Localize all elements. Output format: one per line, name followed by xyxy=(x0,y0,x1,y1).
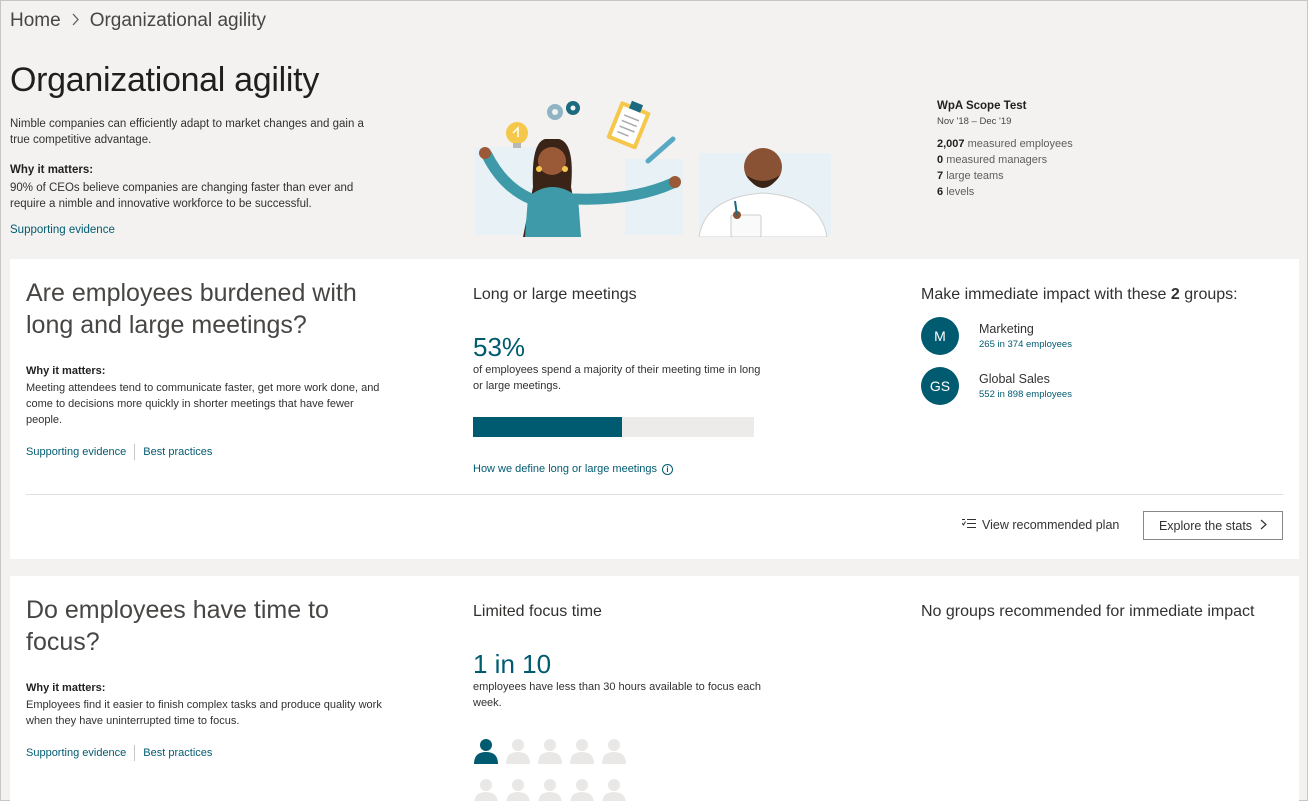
person-icon xyxy=(506,779,530,801)
scope-stat: 7 large teams xyxy=(937,170,1004,182)
scope-stat: 0 measured managers xyxy=(937,154,1048,166)
hero-supporting-evidence-link[interactable]: Supporting evidence xyxy=(10,224,115,236)
person-icon xyxy=(538,739,562,764)
card-links: Supporting evidence Best practices xyxy=(26,745,212,761)
chevron-right-icon xyxy=(71,13,80,29)
best-practices-link[interactable]: Best practices xyxy=(143,446,212,458)
progress-fill xyxy=(473,417,622,437)
scope-stat: 6 levels xyxy=(937,186,975,198)
group-name: Marketing xyxy=(979,322,1034,336)
person-icon xyxy=(474,739,498,764)
breadcrumb: Home Organizational agility xyxy=(10,10,266,32)
group-count: 265 in 374 employees xyxy=(979,339,1072,350)
person-icon xyxy=(506,739,530,764)
explore-stats-button[interactable]: Explore the stats xyxy=(1143,511,1283,540)
hero-why-text: 90% of CEOs believe companies are changi… xyxy=(10,182,354,210)
person-icon xyxy=(538,779,562,801)
person-icon xyxy=(474,779,498,801)
person-icon xyxy=(602,739,626,764)
group-count: 552 in 898 employees xyxy=(979,389,1072,400)
person-icon xyxy=(570,739,594,764)
impact-title: No groups recommended for immediate impa… xyxy=(921,603,1255,620)
hero-illustration xyxy=(473,97,833,238)
card-why-label: Why it matters: xyxy=(26,682,106,694)
list-icon xyxy=(961,518,976,532)
metric-description: employees have less than 30 hours availa… xyxy=(473,681,762,709)
link-divider xyxy=(134,444,136,460)
person-icon xyxy=(570,779,594,801)
impact-title: Make immediate impact with these 2 group… xyxy=(921,286,1238,303)
card-question: Are employees burdened with long and lar… xyxy=(26,279,357,339)
link-divider xyxy=(134,745,136,761)
card-divider xyxy=(26,494,1283,495)
impact-group-marketing[interactable]: M Marketing 265 in 374 employees xyxy=(921,317,1072,355)
card-question: Do employees have time to focus? xyxy=(26,596,329,656)
chevron-right-icon xyxy=(1260,519,1267,533)
impact-group-global-sales[interactable]: GS Global Sales 552 in 898 employees xyxy=(921,367,1072,405)
best-practices-link[interactable]: Best practices xyxy=(143,747,212,759)
scope-name: WpA Scope Test xyxy=(937,100,1027,112)
info-icon: i xyxy=(662,463,674,475)
avatar: GS xyxy=(921,367,959,405)
metric-title: Limited focus time xyxy=(473,603,602,620)
person-icon xyxy=(602,779,626,801)
card-why-label: Why it matters: xyxy=(26,365,106,377)
hero-why-label: Why it matters: xyxy=(10,164,94,176)
hero-intro: Nimble companies can efficiently adapt t… xyxy=(10,118,364,146)
insight-card-meetings: Are employees burdened with long and lar… xyxy=(10,259,1299,559)
scope-stat: 2,007 measured employees xyxy=(937,138,1073,150)
view-recommended-plan-button[interactable]: View recommended plan xyxy=(961,518,1119,532)
avatar: M xyxy=(921,317,959,355)
card-why-text: Employees find it easier to finish compl… xyxy=(26,699,382,727)
card-links: Supporting evidence Best practices xyxy=(26,444,212,460)
group-name: Global Sales xyxy=(979,372,1050,386)
card-why-text: Meeting attendees tend to communicate fa… xyxy=(26,382,380,426)
metric-value: 1 in 10 xyxy=(473,649,552,679)
metric-progress-bar xyxy=(473,417,754,437)
breadcrumb-current: Organizational agility xyxy=(89,10,267,31)
metric-title: Long or large meetings xyxy=(473,286,637,303)
metric-description: of employees spend a majority of their m… xyxy=(473,364,761,392)
scope-dates: Nov '18 – Dec '19 xyxy=(937,116,1012,127)
define-metric-link[interactable]: How we define long or large meetings i xyxy=(473,463,674,475)
metric-value: 53% xyxy=(473,332,526,362)
breadcrumb-home[interactable]: Home xyxy=(10,10,61,32)
supporting-evidence-link[interactable]: Supporting evidence xyxy=(26,446,126,458)
supporting-evidence-link[interactable]: Supporting evidence xyxy=(26,747,126,759)
scope-stats: 2,007 measured employees 0 measured mana… xyxy=(937,136,1073,200)
people-pictogram xyxy=(473,738,627,801)
insight-card-focus: Do employees have time to focus? Why it … xyxy=(10,576,1299,801)
page-title: Organizational agility xyxy=(10,61,320,99)
